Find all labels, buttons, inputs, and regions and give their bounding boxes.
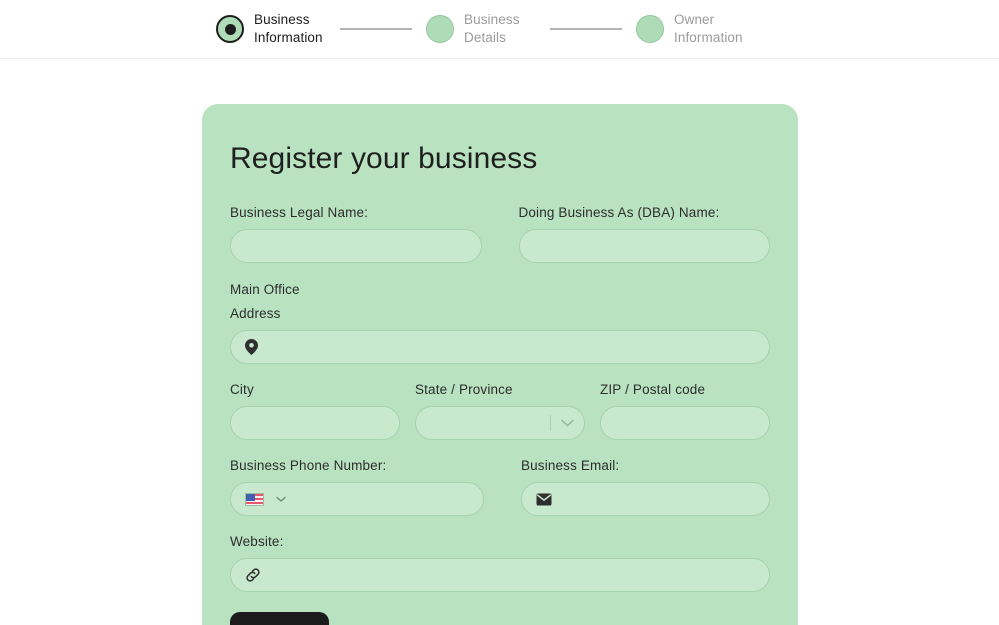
label-business-phone: Business Phone Number: — [230, 458, 387, 473]
field-business-phone: Business Phone Number: — [230, 457, 484, 516]
city-input[interactable] — [230, 406, 400, 440]
empty-circle-icon — [636, 15, 664, 43]
stepper-step-business-details[interactable]: Business Details — [426, 11, 536, 48]
label-state-province: State / Province — [415, 382, 513, 397]
website-input-wrapper[interactable] — [230, 558, 770, 592]
envelope-icon — [536, 493, 552, 506]
chevron-down-icon[interactable] — [276, 496, 286, 503]
address-input[interactable] — [266, 339, 755, 355]
empty-circle-icon — [426, 15, 454, 43]
stepper: Business Information Business Details Ow… — [216, 11, 746, 48]
select-divider — [550, 415, 551, 431]
flag-canton — [246, 493, 255, 501]
map-pin-icon — [245, 339, 258, 355]
field-business-legal-name: Business Legal Name: — [230, 204, 482, 263]
address-input-wrapper[interactable] — [230, 330, 770, 364]
radio-inner-dot — [224, 23, 236, 35]
business-email-input-wrapper[interactable] — [521, 482, 770, 516]
business-legal-name-input[interactable] — [230, 229, 482, 263]
page-body: Register your business Business Legal Na… — [0, 59, 999, 625]
label-business-email: Business Email: — [521, 458, 620, 473]
field-website: Website: — [230, 533, 770, 592]
form-row-names: Business Legal Name: Doing Business As (… — [230, 204, 770, 263]
label-website: Website: — [230, 534, 284, 549]
page-title: Register your business — [230, 142, 538, 175]
chevron-down-icon — [561, 419, 574, 427]
stepper-connector-2 — [550, 28, 622, 30]
label-address: Address — [230, 306, 281, 321]
stepper-step-label-1: Business Information — [254, 11, 323, 46]
state-province-select[interactable] — [415, 406, 585, 440]
filled-radio-icon — [216, 15, 244, 43]
stepper-header: Business Information Business Details Ow… — [0, 0, 999, 59]
stepper-step-business-information[interactable]: Business Information — [216, 11, 326, 48]
label-city: City — [230, 382, 254, 397]
website-input[interactable] — [269, 567, 755, 583]
dba-name-input[interactable] — [518, 229, 770, 263]
label-zip-postal-code: ZIP / Postal code — [600, 382, 706, 397]
stepper-step-label-3: Owner Information — [674, 11, 743, 46]
section-label-main-office: Main Office — [230, 282, 300, 297]
business-phone-input[interactable] — [294, 491, 471, 507]
field-city: City — [230, 381, 400, 440]
label-business-legal-name: Business Legal Name: — [230, 205, 369, 220]
register-business-card: Register your business Business Legal Na… — [202, 104, 798, 625]
stepper-step-label-2: Business Details — [464, 11, 520, 46]
main-office-section: Main Office Address — [230, 280, 770, 364]
field-zip-postal-code: ZIP / Postal code — [600, 381, 770, 440]
next-step-button[interactable]: Next step — [230, 612, 329, 625]
zip-postal-code-input[interactable] — [600, 406, 770, 440]
field-state-province: State / Province — [415, 381, 585, 440]
business-phone-input-wrapper[interactable] — [230, 482, 484, 516]
business-email-input[interactable] — [560, 491, 755, 507]
field-dba-name: Doing Business As (DBA) Name: — [518, 204, 770, 263]
form-row-phone-email: Business Phone Number: Business Email: — [230, 457, 770, 516]
link-icon — [245, 567, 261, 583]
stepper-step-owner-information[interactable]: Owner Information — [636, 11, 746, 48]
form-row-city-state-zip: City State / Province ZIP / Postal code — [230, 381, 770, 440]
label-dba-name: Doing Business As (DBA) Name: — [518, 205, 720, 220]
stepper-connector-1 — [340, 28, 412, 30]
field-business-email: Business Email: — [521, 457, 770, 516]
us-flag-icon — [245, 492, 264, 506]
